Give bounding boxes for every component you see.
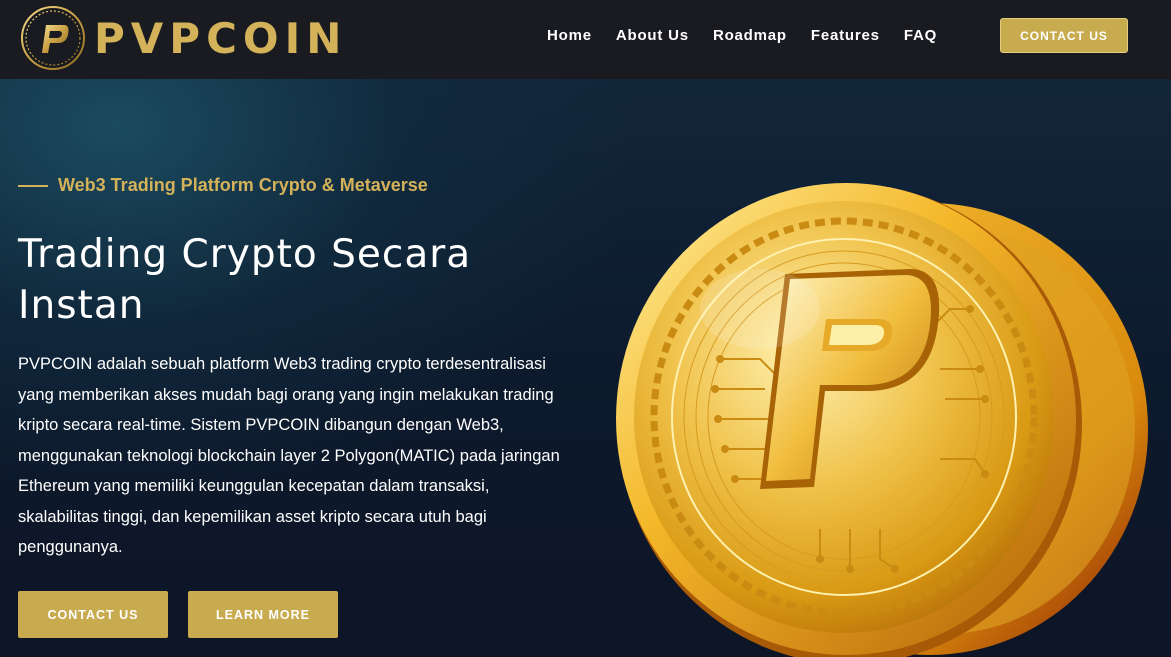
- nav-contact-us-button[interactable]: CONTACT US: [1000, 18, 1128, 53]
- nav-about-us[interactable]: About Us: [616, 27, 689, 44]
- nav-faq[interactable]: FAQ: [904, 27, 937, 44]
- hero-learn-more-button[interactable]: LEARN MORE: [188, 591, 338, 638]
- pvpcoin-logo-icon: [21, 6, 85, 70]
- nav-home[interactable]: Home: [547, 27, 592, 44]
- hero-section: Web3 Trading Platform Crypto & Metaverse…: [0, 79, 1171, 657]
- nav-roadmap[interactable]: Roadmap: [713, 27, 787, 44]
- hero-contact-us-button[interactable]: CONTACT US: [18, 591, 168, 638]
- hero-title-line2: Instan: [18, 283, 145, 328]
- gold-coin-icon: [616, 183, 1148, 657]
- eyebrow-divider: [18, 184, 48, 187]
- hero-eyebrow-text: Web3 Trading Platform Crypto & Metaverse: [58, 175, 428, 195]
- top-navbar: PVPCOIN Home About Us Roadmap Features F…: [0, 0, 1171, 79]
- hero-eyebrow: Web3 Trading Platform Crypto & Metaverse: [18, 175, 428, 196]
- hero-title: Trading Crypto Secara Instan: [18, 229, 618, 331]
- brand-logo-link[interactable]: PVPCOIN: [20, 4, 347, 72]
- main-navigation: Home About Us Roadmap Features FAQ: [547, 27, 961, 44]
- brand-name: PVPCOIN: [94, 13, 348, 63]
- nav-features[interactable]: Features: [811, 27, 880, 44]
- hero-description: PVPCOIN adalah sebuah platform Web3 trad…: [18, 355, 560, 556]
- hero-title-line1: Trading Crypto Secara: [18, 232, 472, 277]
